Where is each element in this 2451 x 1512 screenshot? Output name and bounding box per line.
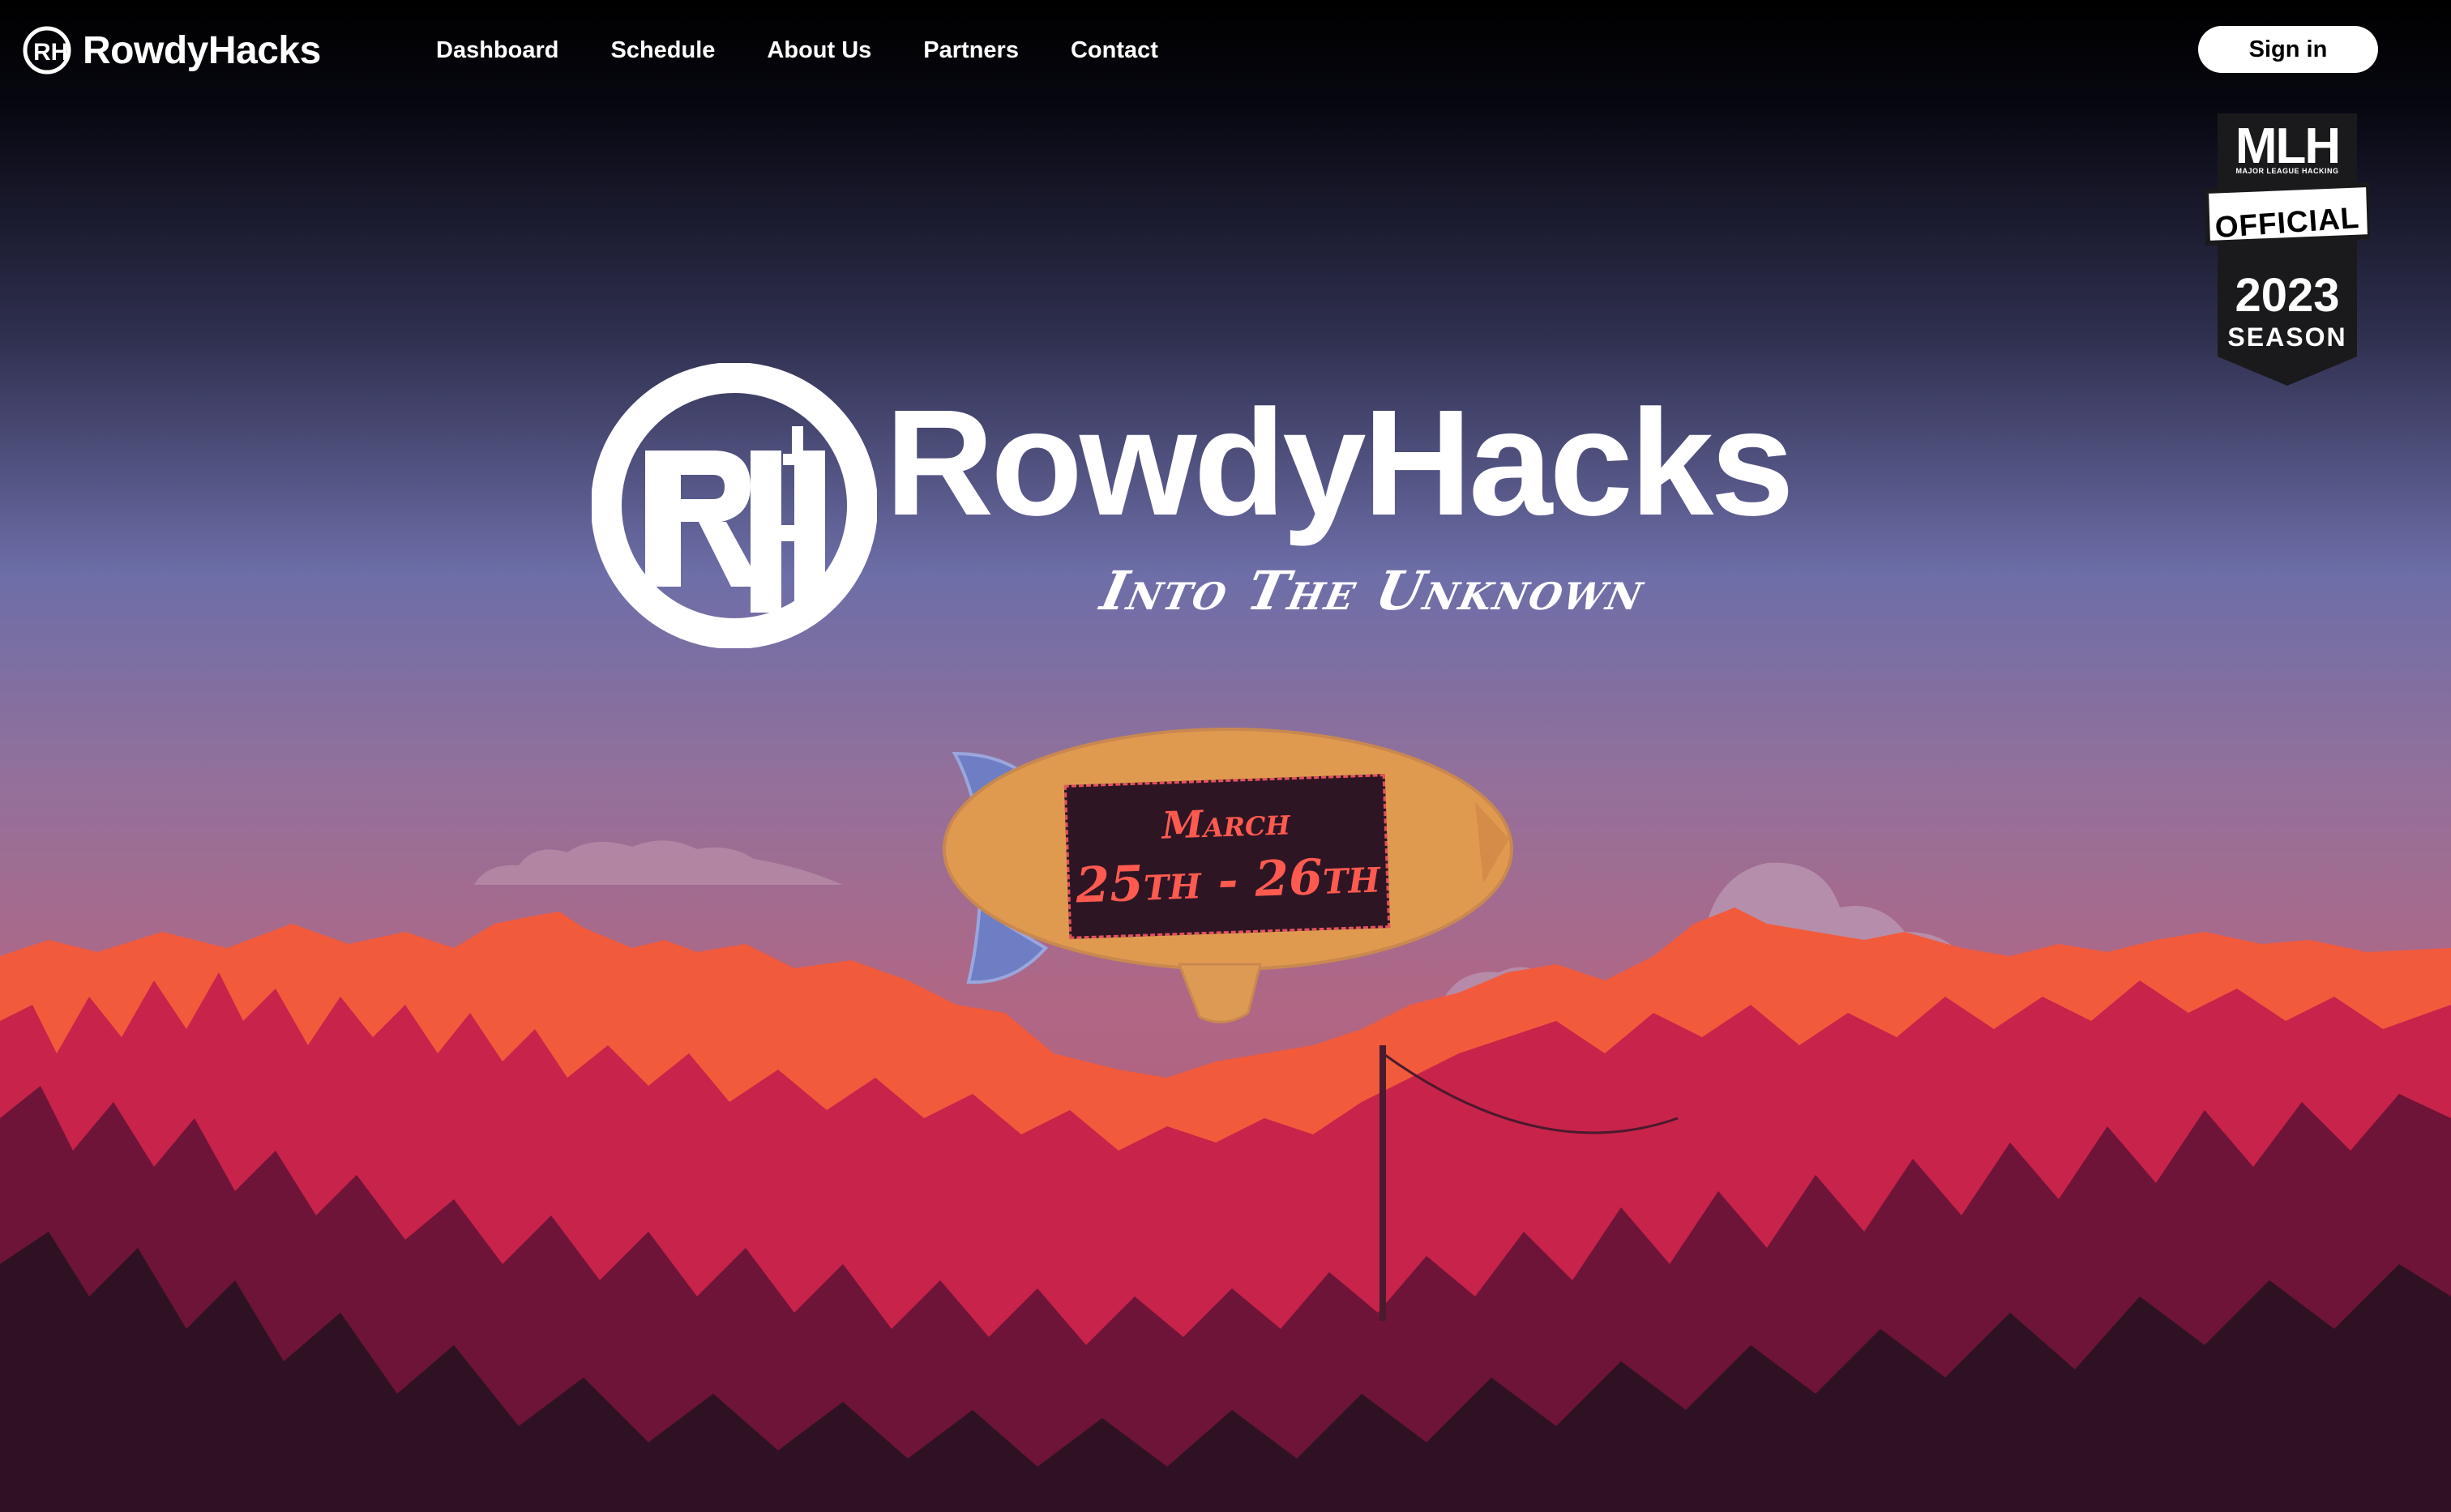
hero-background-scene	[0, 0, 2451, 1512]
event-month: March	[1161, 799, 1291, 848]
mlh-logo: MLH	[2235, 118, 2341, 174]
nav-about-us[interactable]: About Us	[767, 31, 871, 70]
power-pole	[1379, 1045, 1386, 1321]
brand-home-link[interactable]: RH RowdyHacks	[23, 24, 321, 76]
nav-dashboard[interactable]: Dashboard	[436, 31, 558, 70]
top-navbar: RH RowdyHacks Dashboard Schedule About U…	[0, 0, 2451, 100]
nav-links: Dashboard Schedule About Us Partners Con…	[436, 31, 1210, 70]
sign-in-button[interactable]: Sign in	[2198, 26, 2378, 73]
mlh-year: 2023	[2235, 269, 2340, 322]
hero-tagline: Into The Unknown	[1095, 559, 1651, 622]
mlh-season: SEASON	[2227, 322, 2347, 352]
mlh-subtitle: MAJOR LEAGUE HACKING	[2235, 167, 2339, 175]
rh-monogram-icon	[592, 363, 877, 648]
mlh-official-badge[interactable]: MLH MAJOR LEAGUE HACKING OFFICIAL 2023 S…	[2205, 113, 2370, 389]
brand-name: RowdyHacks	[83, 28, 321, 72]
rh-logo-icon: RH	[23, 26, 71, 75]
nav-contact[interactable]: Contact	[1071, 31, 1158, 70]
nav-schedule[interactable]: Schedule	[610, 31, 715, 70]
nav-partners[interactable]: Partners	[923, 31, 1019, 70]
hero-title: RowdyHacks	[885, 379, 1794, 547]
event-dates: 25th - 26th	[1075, 847, 1381, 915]
event-date-banner: March 25th - 26th	[1063, 774, 1391, 939]
svg-text:RH: RH	[33, 39, 68, 66]
